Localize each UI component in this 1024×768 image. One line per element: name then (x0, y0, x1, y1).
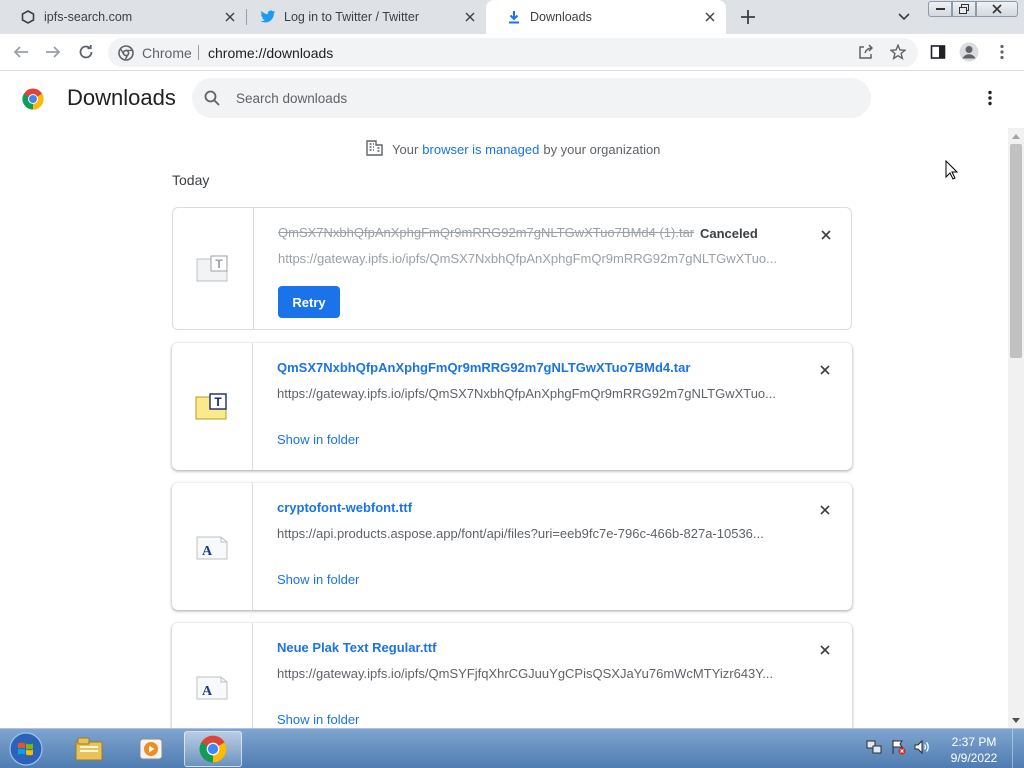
close-window-button[interactable] (976, 1, 1018, 17)
taskbar-media-player-icon[interactable] (122, 731, 180, 767)
twitter-icon (260, 9, 276, 25)
show-in-folder-link[interactable]: Show in folder (277, 432, 359, 447)
page-title: Downloads (67, 85, 176, 110)
side-panel-icon[interactable] (926, 40, 950, 64)
windows-taskbar: 2:37 PM 9/9/2022 (0, 728, 1024, 768)
svg-text:A: A (202, 544, 213, 559)
restore-button[interactable] (952, 1, 976, 17)
forward-button[interactable] (41, 40, 65, 64)
action-center-flag-icon[interactable] (890, 739, 906, 755)
remove-from-list-icon[interactable] (818, 227, 834, 243)
mouse-cursor-icon (945, 159, 959, 183)
show-in-folder-link[interactable]: Show in folder (277, 712, 359, 727)
managed-notice: Your browser is managed by your organiza… (366, 140, 660, 159)
download-item: T QmSX7NxbhQfpAnXphgFmQr9mRRG92m7gNLTGwX… (172, 207, 852, 330)
url-text[interactable]: chrome://downloads (208, 45, 333, 61)
close-tab-icon[interactable] (222, 9, 238, 25)
svg-text:A: A (202, 684, 213, 699)
download-item: A cryptofont-webfont.ttf https://api.pro… (172, 483, 852, 610)
close-tab-icon[interactable] (702, 9, 718, 25)
tab-strip: ipfs-search.com Log in to Twitter / Twit… (0, 0, 1024, 34)
taskbar-chrome-icon[interactable] (184, 731, 242, 767)
scroll-down-arrow-icon[interactable] (1008, 712, 1024, 728)
retry-button[interactable]: Retry (278, 286, 340, 318)
search-icon (204, 90, 220, 109)
tab-twitter[interactable]: Log in to Twitter / Twitter (240, 0, 486, 34)
taskbar-explorer-icon[interactable] (60, 731, 118, 767)
start-button[interactable] (6, 731, 46, 767)
taskbar-clock[interactable]: 2:37 PM 9/9/2022 (944, 734, 1004, 766)
download-filename-link[interactable]: cryptofont-webfont.ttf (277, 500, 412, 515)
search-input[interactable] (236, 88, 836, 108)
svg-text:T: T (215, 257, 223, 271)
download-filename-link[interactable]: QmSX7NxbhQfpAnXphgFmQr9mRRG92m7gNLTGwXTu… (277, 360, 690, 375)
scheme-label: Chrome (142, 45, 192, 61)
clock-time: 2:37 PM (951, 735, 997, 749)
remove-from-list-icon[interactable] (817, 642, 833, 658)
download-status: Canceled (700, 226, 758, 241)
volume-icon[interactable] (914, 739, 930, 755)
divider (198, 45, 199, 60)
download-item: T QmSX7NxbhQfpAnXphgFmQr9mRRG92m7gNLTGwX… (172, 343, 852, 470)
download-icon (506, 9, 522, 25)
download-url[interactable]: https://gateway.ipfs.io/ipfs/QmSYFjfqXhr… (277, 666, 777, 681)
address-bar[interactable]: Chrome chrome://downloads (108, 38, 918, 67)
network-icon[interactable] (866, 739, 882, 755)
browser-toolbar: Chrome chrome://downloads (0, 34, 1024, 71)
system-tray (866, 739, 930, 755)
new-tab-button[interactable] (737, 6, 759, 28)
chrome-menu-icon[interactable] (990, 40, 1014, 64)
scroll-up-arrow-icon[interactable] (1008, 128, 1024, 144)
tab-ipfs-search[interactable]: ipfs-search.com (0, 0, 246, 34)
downloads-more-actions-icon[interactable] (980, 88, 1000, 108)
svg-text:T: T (214, 395, 222, 409)
chrome-site-icon[interactable] (118, 45, 134, 61)
profile-avatar-icon[interactable] (957, 40, 981, 64)
tab-title: Log in to Twitter / Twitter (284, 10, 420, 24)
close-tab-icon[interactable] (462, 9, 478, 25)
clock-date: 9/9/2022 (950, 751, 998, 765)
date-group-label: Today (172, 172, 210, 188)
download-url[interactable]: https://gateway.ipfs.io/ipfs/QmSX7NxbhQf… (277, 386, 777, 401)
tar-file-icon: T (172, 343, 253, 470)
managed-suffix: by your organization (543, 142, 661, 157)
tab-search-chevron-icon[interactable] (895, 8, 913, 26)
tab-title: ipfs-search.com (44, 10, 133, 24)
chrome-logo-icon (22, 88, 44, 110)
reload-button[interactable] (74, 40, 98, 64)
remove-from-list-icon[interactable] (817, 362, 833, 378)
building-icon (366, 140, 383, 159)
scrollbar-thumb[interactable] (1010, 144, 1022, 358)
font-file-icon: A (172, 483, 253, 610)
tar-file-icon: T (173, 208, 254, 329)
download-url[interactable]: https://gateway.ipfs.io/ipfs/QmSX7NxbhQf… (278, 251, 778, 266)
managed-prefix: Your (392, 142, 419, 157)
download-filename-link[interactable]: Neue Plak Text Regular.ttf (277, 640, 436, 655)
tab-title: Downloads (530, 10, 592, 24)
page-scrollbar[interactable] (1008, 128, 1024, 728)
downloads-search-box[interactable] (192, 78, 871, 118)
minimize-button[interactable] (928, 1, 952, 17)
download-filename: QmSX7NxbhQfpAnXphgFmQr9mRRG92m7gNLTGwXTu… (278, 225, 695, 240)
back-button[interactable] (9, 40, 33, 64)
browser-managed-link[interactable]: browser is managed (422, 142, 539, 157)
ipfs-icon (20, 9, 36, 25)
share-icon[interactable] (854, 40, 878, 64)
bookmark-star-icon[interactable] (886, 40, 910, 64)
download-url[interactable]: https://api.products.aspose.app/font/api… (277, 526, 777, 541)
tab-downloads[interactable]: Downloads (486, 0, 726, 34)
downloads-header: Downloads (0, 71, 1024, 127)
show-in-folder-link[interactable]: Show in folder (277, 572, 359, 587)
show-desktop-button[interactable] (1012, 729, 1024, 768)
remove-from-list-icon[interactable] (817, 502, 833, 518)
